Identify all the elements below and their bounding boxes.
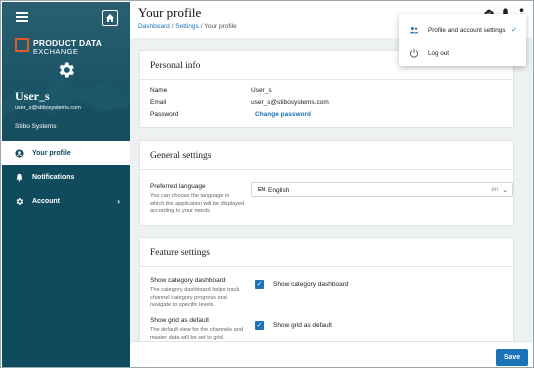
breadcrumb-separator: /: [171, 23, 174, 30]
menu-item-log-out[interactable]: Log out: [399, 41, 526, 65]
section-heading: Feature settings: [150, 248, 210, 258]
user-organization: Stibo Systems: [15, 123, 57, 130]
sidebar-item-account[interactable]: Account ›: [2, 189, 130, 213]
breadcrumb-current: Your profile: [204, 23, 237, 30]
divider: [140, 266, 513, 267]
menu-item-profile-settings[interactable]: Profile and account settings ✓: [399, 18, 526, 42]
person-circle-icon: [14, 148, 24, 158]
sidebar-header: PRODUCT DATA EXCHANGE User_s user_s@stib…: [2, 2, 130, 142]
language-select[interactable]: EN English en ⌄: [251, 182, 513, 197]
chevron-right-icon: ›: [117, 197, 120, 206]
grid-default-checkbox[interactable]: ✓: [255, 321, 264, 330]
menu-item-label: Log out: [428, 49, 450, 57]
menu-icon[interactable]: [16, 12, 28, 22]
sidebar-item-label: Notifications: [32, 173, 75, 181]
chevron-down-icon: ⌄: [502, 187, 508, 194]
category-dashboard-label: Show category dashboard: [150, 277, 226, 284]
sidebar-item-your-profile[interactable]: Your profile: [2, 141, 130, 165]
home-button[interactable]: [102, 10, 118, 26]
user-email: user_s@stibosystems.com: [15, 105, 81, 111]
language-flag: EN: [258, 187, 265, 193]
people-icon: [409, 25, 419, 35]
grid-default-checkbox-label[interactable]: Show grid as default: [273, 322, 332, 329]
power-icon: [409, 48, 419, 58]
feature-settings-card: Feature settings Show category dashboard…: [139, 237, 514, 347]
section-heading: General settings: [150, 151, 212, 161]
user-name: User_s: [15, 89, 50, 103]
settings-gear-icon: [59, 62, 74, 78]
password-label: Password: [150, 111, 179, 118]
breadcrumb-separator: /: [200, 23, 203, 30]
email-value: user_s@stibosystems.com: [251, 99, 329, 106]
checkmark-icon: ✓: [511, 27, 517, 34]
brand-subtitle: EXCHANGE: [33, 47, 79, 56]
sidebar-item-label: Your profile: [32, 149, 71, 157]
category-dashboard-help: The category dashboard helps track chann…: [150, 287, 240, 309]
save-button[interactable]: Save: [496, 349, 528, 366]
general-settings-card: General settings Preferred language You …: [139, 140, 514, 226]
grid-default-label: Show grid as default: [150, 317, 209, 324]
divider: [140, 169, 513, 170]
breadcrumb-settings[interactable]: Settings: [175, 23, 199, 30]
category-dashboard-checkbox[interactable]: ✓: [255, 280, 264, 289]
bottom-action-bar: Save: [130, 341, 533, 367]
name-value: User_s: [251, 87, 272, 94]
gear-icon: [14, 196, 24, 206]
language-code: en: [491, 187, 498, 193]
page-title: Your profile: [138, 5, 202, 20]
change-password-link[interactable]: Change password: [255, 111, 311, 118]
logo-mark: [15, 38, 29, 52]
sidebar-nav: Your profile Notifications Account ›: [2, 141, 130, 213]
preferred-language-label: Preferred language: [150, 183, 206, 190]
breadcrumb-dashboard[interactable]: Dashboard: [138, 23, 170, 30]
breadcrumb: Dashboard / Settings / Your profile: [138, 23, 237, 30]
app-window: PRODUCT DATA EXCHANGE User_s user_s@stib…: [0, 0, 534, 368]
bell-icon: [14, 172, 24, 182]
menu-item-label: Profile and account settings: [428, 26, 506, 34]
language-value: English: [268, 186, 290, 194]
sidebar: PRODUCT DATA EXCHANGE User_s user_s@stib…: [2, 2, 130, 367]
sidebar-item-notifications[interactable]: Notifications: [2, 165, 130, 189]
preferred-language-help: You can choose the language in which the…: [150, 193, 245, 215]
category-dashboard-checkbox-label[interactable]: Show category dashboard: [273, 281, 349, 288]
home-icon: [106, 14, 114, 22]
user-dropdown-menu: Profile and account settings ✓ Log out: [399, 14, 526, 66]
email-label: Email: [150, 99, 167, 106]
grid-default-help: The default view for the channels and ma…: [150, 327, 243, 341]
sidebar-item-label: Account: [32, 197, 60, 205]
divider: [140, 79, 513, 80]
name-label: Name: [150, 87, 168, 94]
